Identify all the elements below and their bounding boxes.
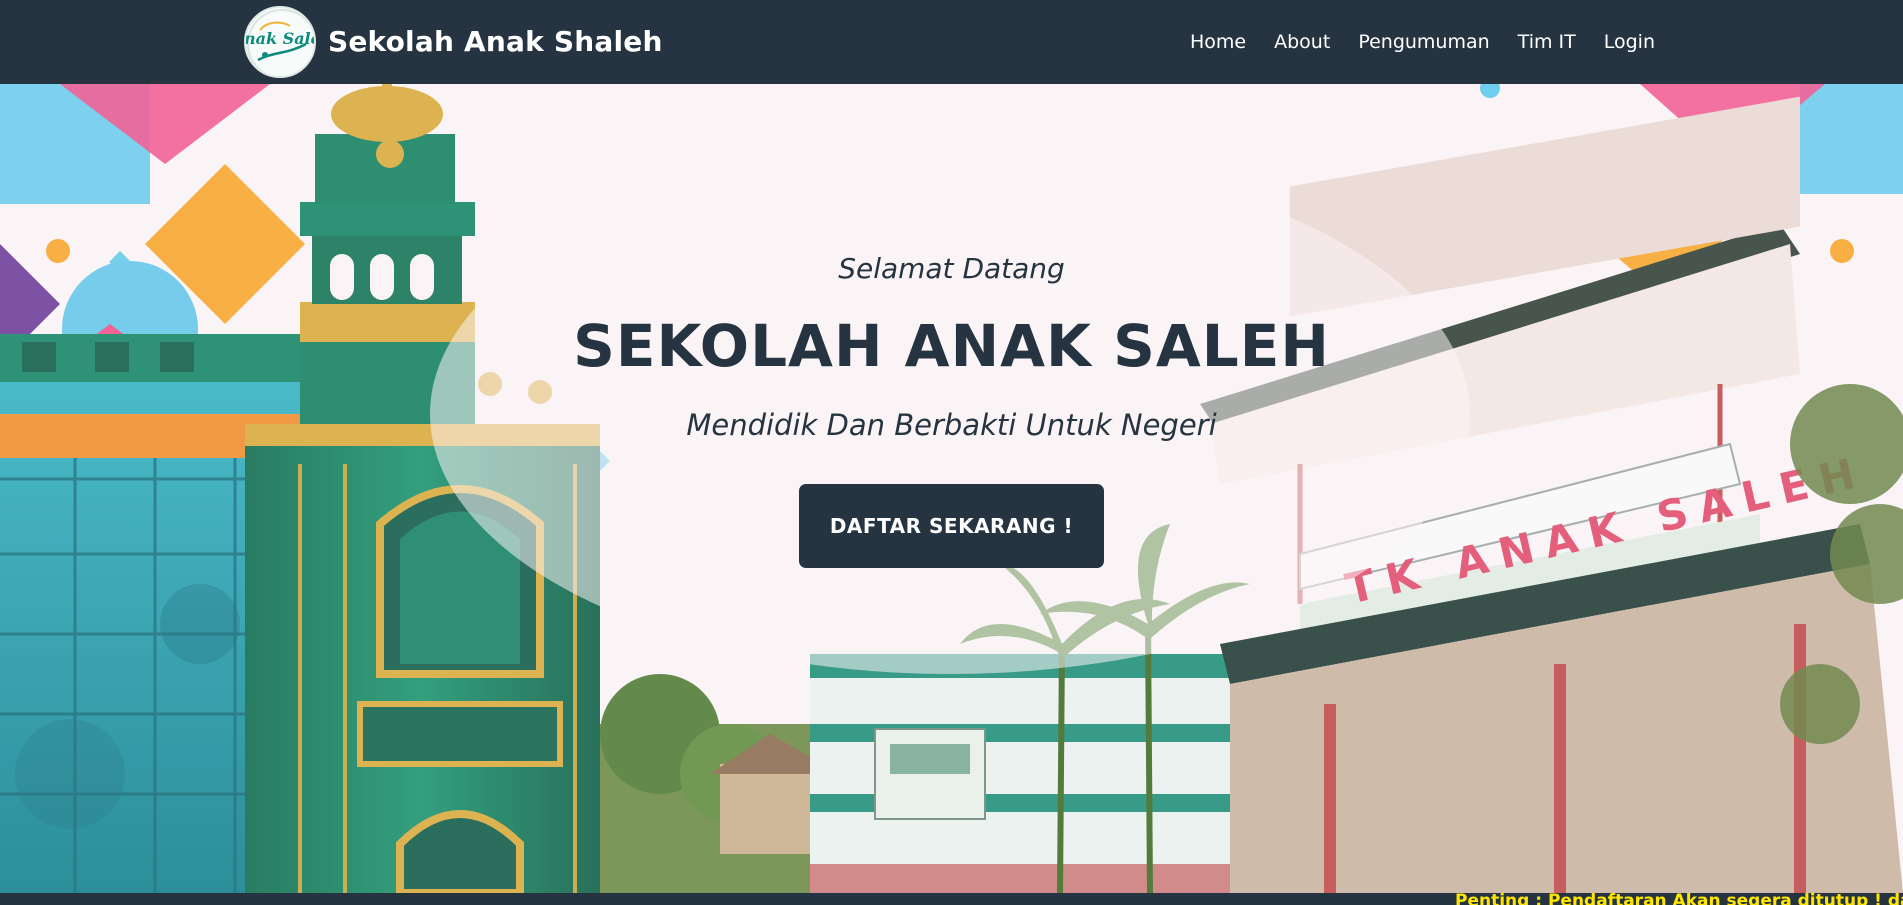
main-nav: Home About Pengumuman Tim IT Login xyxy=(1190,0,1655,84)
school-logo-icon: Anak Saleh xyxy=(244,6,316,78)
brand-name: Sekolah Anak Shaleh xyxy=(328,25,663,58)
nav-login-link[interactable]: Login xyxy=(1604,31,1655,53)
nav-tim-it-link[interactable]: Tim IT xyxy=(1518,31,1576,53)
announcement-ticker: Penting : Pendaftaran Akan segera ditutu… xyxy=(0,893,1903,905)
nav-about-link[interactable]: About xyxy=(1274,31,1330,53)
register-now-button[interactable]: DAFTAR SEKARANG ! xyxy=(799,484,1104,568)
brand-link[interactable]: Anak Saleh Sekolah Anak Shaleh xyxy=(244,6,663,78)
nav-pengumuman-link[interactable]: Pengumuman xyxy=(1358,31,1489,53)
nav-home-link[interactable]: Home xyxy=(1190,31,1246,53)
hero-tagline: Mendidik Dan Berbakti Untuk Negeri xyxy=(686,408,1217,442)
hero-title: SEKOLAH ANAK SALEH xyxy=(573,312,1330,380)
hero-section: TK ANAK SALEH Selamat Datang SEKOLAH ANA… xyxy=(0,84,1903,893)
navbar: Anak Saleh Sekolah Anak Shaleh Home Abou… xyxy=(0,0,1903,84)
hero-greeting: Selamat Datang xyxy=(838,252,1065,285)
logo-text: Anak Saleh xyxy=(246,29,316,48)
ticker-text: Penting : Pendaftaran Akan segera ditutu… xyxy=(1455,893,1903,905)
